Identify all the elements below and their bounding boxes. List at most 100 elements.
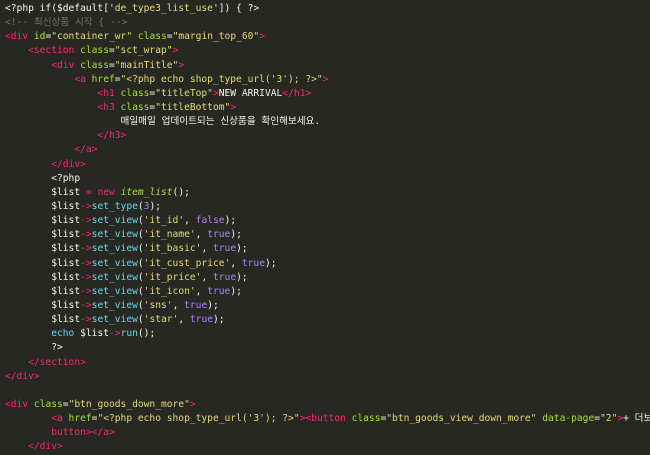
code-token: $list — [51, 186, 81, 198]
code-line[interactable]: </a> — [5, 143, 650, 157]
code-token: href — [91, 73, 115, 85]
code-line[interactable]: $list->set_view('it_name', true); — [5, 228, 650, 242]
code-line[interactable]: $list->set_view('it_price', true); — [5, 271, 650, 285]
code-token: $list — [51, 243, 81, 255]
code-line[interactable]: <?php if($default['de_type3_list_use']) … — [5, 2, 650, 16]
code-token: ?> — [51, 342, 63, 354]
code-token: class — [120, 101, 150, 113]
code-line[interactable]: <a href="<?php echo shop_type_url('3'); … — [5, 73, 650, 87]
code-token: set_view — [91, 299, 138, 311]
code-line[interactable]: </section> — [5, 356, 650, 370]
code-token: set_view — [91, 243, 138, 255]
code-line[interactable]: <div class="mainTitle"> — [5, 59, 650, 73]
code-token: ); — [230, 285, 242, 297]
code-line[interactable]: $list->set_view('it_basic', true); — [5, 242, 650, 256]
code-token: ); — [236, 271, 248, 283]
code-line[interactable]: $list->set_view('it_cust_price', true); — [5, 257, 650, 271]
code-token: </a> — [91, 427, 115, 439]
code-editor[interactable]: <?php if($default['de_type3_list_use']) … — [0, 0, 650, 455]
code-token: ']) { ?> — [212, 3, 260, 14]
code-token: true — [207, 285, 231, 297]
code-line[interactable]: $list->set_view('star', true); — [5, 313, 650, 327]
code-line[interactable]: <!-- 최신상품 시작 { --> — [5, 16, 650, 30]
code-line[interactable]: </h3> — [5, 129, 650, 143]
code-line[interactable]: <div id="container_wr" class="margin_top… — [5, 30, 650, 44]
code-token: + 더보기 — [623, 413, 650, 425]
code-token: class — [351, 413, 381, 425]
code-token: <?php if($default[' — [5, 3, 115, 14]
code-token: 'it_cust_price' — [143, 257, 231, 269]
code-token: > — [230, 101, 237, 113]
code-token: , — [172, 299, 185, 311]
code-line[interactable]: <h3 class="titleBottom"> — [5, 101, 650, 115]
code-token: , — [195, 285, 208, 297]
code-line[interactable]: $list = new item_list(); — [5, 186, 650, 200]
code-line[interactable]: ?> — [5, 341, 650, 355]
code-line[interactable]: $list->set_view('it_id', false); — [5, 214, 650, 228]
code-token: 'it_icon' — [143, 285, 196, 297]
code-token: $list — [51, 257, 81, 269]
code-line[interactable]: </div> — [5, 370, 650, 384]
code-token: ); — [224, 215, 237, 227]
code-token: -> — [80, 257, 92, 269]
code-token: 'it_name' — [143, 229, 196, 241]
code-line[interactable]: 매일매일 업데이트되는 신상품을 확인해보세요. — [5, 115, 650, 129]
code-token: item_list — [120, 186, 173, 198]
code-token: "container_wr" — [51, 31, 133, 43]
code-line[interactable] — [5, 384, 650, 398]
code-token: <h3 — [97, 101, 121, 113]
code-token: 매일매일 업데이트되는 신상품을 확인해보세요. — [120, 116, 321, 128]
code-line[interactable]: </div> — [5, 158, 650, 172]
code-token: true — [241, 257, 265, 269]
code-line[interactable]: </div> — [5, 440, 650, 454]
code-token: $list — [51, 271, 81, 283]
code-token: "2" — [600, 413, 618, 425]
code-line[interactable]: $list->set_view('it_icon', true); — [5, 285, 650, 299]
code-token: -> — [80, 271, 92, 283]
code-token: "margin_top_60" — [172, 31, 260, 43]
code-line[interactable]: button></a> — [5, 426, 650, 440]
code-token: -> — [80, 243, 92, 255]
code-token: 'star' — [143, 314, 179, 326]
code-token: > — [172, 45, 179, 57]
code-line[interactable]: $list->set_type(3); — [5, 200, 650, 214]
code-token: set_type — [91, 200, 138, 212]
code-line[interactable]: <h1 class="titleTop">NEW ARRIVAL</h1> — [5, 87, 650, 101]
code-line[interactable]: <a href="<?php echo shop_type_url('3'); … — [5, 412, 650, 426]
code-token: (); — [137, 328, 156, 340]
code-token: -> — [80, 229, 92, 241]
code-line[interactable]: <?php — [5, 172, 650, 186]
code-token: -> — [80, 215, 92, 227]
code-token: true — [184, 299, 208, 311]
code-token: "mainTitle" — [114, 59, 179, 71]
code-token: class — [120, 87, 150, 99]
code-token: $list — [80, 328, 109, 340]
code-token: <!-- 최신상품 시작 { --> — [5, 17, 128, 29]
code-token: > — [259, 31, 265, 43]
code-token: ); — [149, 200, 162, 212]
code-token: "titleBottom" — [155, 101, 231, 113]
code-line[interactable]: $list->set_view('sns', true); — [5, 299, 650, 313]
code-token: class — [80, 45, 109, 57]
code-line[interactable]: echo $list->run(); — [5, 327, 650, 341]
code-token: class — [80, 59, 109, 71]
code-token: "sct_wrap" — [114, 45, 173, 57]
code-token: new — [97, 186, 115, 198]
code-line[interactable]: <div class="btn_goods_down_more"> — [5, 398, 650, 412]
code-line[interactable]: <section class="sct_wrap"> — [5, 44, 650, 58]
code-token: 'it_id' — [143, 215, 185, 227]
code-token: </h3> — [97, 130, 127, 142]
code-token: true — [207, 229, 231, 241]
